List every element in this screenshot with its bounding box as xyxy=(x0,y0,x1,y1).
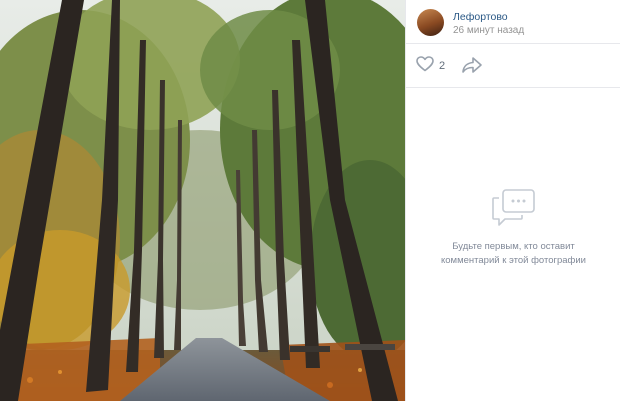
post-header: Лефортово 26 минут назад xyxy=(406,0,620,44)
post-photo[interactable] xyxy=(0,0,405,401)
post-timestamp[interactable]: 26 минут назад xyxy=(453,25,524,36)
empty-comments-line-2: комментарий к этой фотографии xyxy=(441,255,586,266)
park-alley-photo xyxy=(0,0,405,401)
author-avatar[interactable] xyxy=(417,9,444,36)
post-sidebar: Лефортово 26 минут назад 2 Будьте первым… xyxy=(405,0,620,401)
like-button[interactable]: 2 xyxy=(416,55,446,77)
share-button[interactable] xyxy=(461,56,483,76)
share-arrow-icon xyxy=(461,57,483,78)
empty-comments-text: Будьте первым, кто оставит комментарий к… xyxy=(406,240,620,268)
heart-icon xyxy=(416,55,434,77)
like-count: 2 xyxy=(439,60,446,72)
post-actions: 2 xyxy=(406,44,620,88)
photo-viewer: Лефортово 26 минут назад 2 Будьте первым… xyxy=(0,0,620,401)
comments-bubble-icon xyxy=(406,188,620,228)
empty-comments: Будьте первым, кто оставит комментарий к… xyxy=(406,188,620,268)
author-name-link[interactable]: Лефортово xyxy=(453,11,508,23)
empty-comments-line-1: Будьте первым, кто оставит xyxy=(452,241,575,252)
